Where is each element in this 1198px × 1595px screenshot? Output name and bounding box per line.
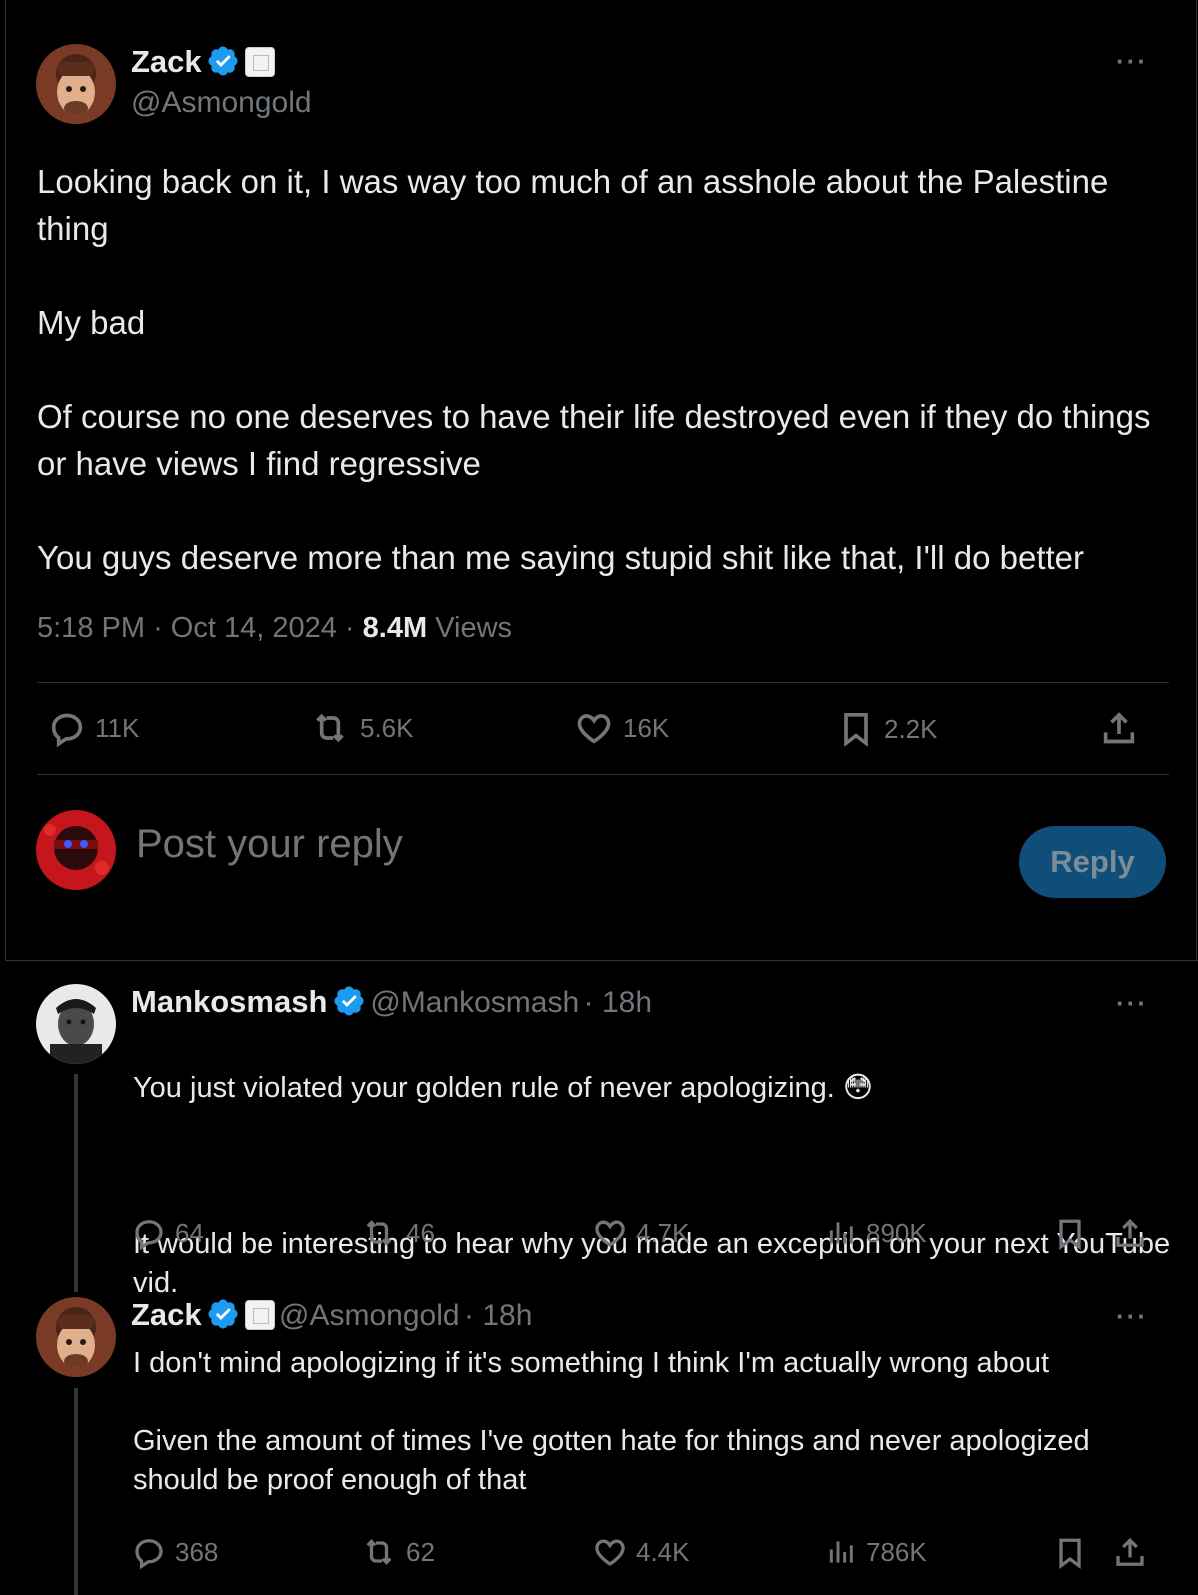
repost-action[interactable]: 62 <box>360 1534 435 1570</box>
more-icon[interactable]: ··· <box>1116 988 1148 1019</box>
reply-author-name[interactable]: Mankosmash <box>131 984 327 1019</box>
heart-icon <box>595 1539 625 1566</box>
affiliate-badge-icon <box>244 47 275 77</box>
affiliate-badge-icon <box>244 1300 275 1330</box>
repost-action[interactable]: 46 <box>360 1215 435 1251</box>
post-text: Looking back on it, I was way too much o… <box>37 163 1151 576</box>
reply-header: Mankosmash @Mankosmash · 18h <box>131 984 652 1020</box>
repost-icon <box>366 1220 392 1246</box>
reply-author-handle[interactable]: @Mankosmash <box>370 986 579 1019</box>
like-action[interactable]: 16K <box>573 708 669 748</box>
views-action[interactable]: 890K <box>826 1215 927 1251</box>
author-name[interactable]: Zack <box>131 44 202 79</box>
thread-line <box>74 1074 78 1292</box>
views-count: 8.4M <box>362 612 428 644</box>
heart-icon <box>577 714 611 744</box>
views-icon <box>829 1541 853 1563</box>
reply-author-name[interactable]: Zack <box>131 1297 202 1332</box>
views-icon <box>829 1222 853 1244</box>
share-icon <box>1103 712 1135 744</box>
author-handle[interactable]: @Asmongold <box>131 86 312 120</box>
bookmark-action[interactable]: 2.2K <box>836 708 938 750</box>
more-icon[interactable]: ··· <box>1116 46 1148 77</box>
reply-age[interactable]: · 18h <box>584 986 652 1019</box>
thread-line <box>74 1388 78 1595</box>
reply-avatar[interactable] <box>36 1297 116 1377</box>
repost-icon <box>316 713 344 743</box>
frame-border-right <box>1196 0 1197 960</box>
views-label: Views <box>435 612 513 644</box>
heart-icon <box>595 1220 625 1247</box>
like-action[interactable]: 4.7K <box>592 1215 690 1251</box>
repost-action[interactable]: 5.6K <box>308 708 414 748</box>
more-icon[interactable]: ··· <box>1116 1301 1148 1332</box>
reply-button[interactable]: Reply <box>1019 826 1166 898</box>
divider <box>37 682 1169 683</box>
post-meta: 5:18 PM · Oct 14, 2024 · 8.4M Views <box>37 612 513 644</box>
share-icon <box>1116 1218 1144 1247</box>
repost-icon <box>366 1539 392 1565</box>
author-name-row: Zack <box>131 44 275 80</box>
reply-input[interactable]: Post your reply <box>136 822 403 867</box>
reply-header: Zack @Asmongold · 18h <box>131 1297 532 1333</box>
reply-text: I don't mind apologizing if it's somethi… <box>133 1347 1090 1496</box>
reply-text-line: You just violated your golden rule of ne… <box>133 1072 874 1104</box>
verified-badge-icon <box>206 1299 244 1329</box>
reply-text: You just violated your golden rule of ne… <box>133 1030 1173 1342</box>
views-action[interactable]: 786K <box>826 1534 927 1570</box>
reply-action[interactable]: 11K <box>47 708 139 748</box>
bookmark-icon <box>1059 1219 1081 1251</box>
verified-badge-icon <box>332 986 370 1016</box>
share-action[interactable] <box>1112 1215 1148 1253</box>
comment-icon <box>135 1220 163 1251</box>
post-time[interactable]: 5:18 PM <box>37 612 145 644</box>
reply-avatar[interactable] <box>36 984 116 1064</box>
post-date[interactable]: Oct 14, 2024 <box>171 612 337 644</box>
reply-age[interactable]: · 18h <box>464 1299 532 1332</box>
share-icon <box>1116 1537 1144 1566</box>
bookmark-icon <box>1059 1538 1081 1570</box>
verified-badge-icon <box>206 46 244 76</box>
reply-action[interactable]: 64 <box>131 1215 204 1251</box>
bookmark-action[interactable] <box>1052 1215 1088 1253</box>
bookmark-action[interactable] <box>1052 1534 1088 1572</box>
share-action[interactable] <box>1099 708 1139 750</box>
reply-author-handle[interactable]: @Asmongold <box>279 1299 460 1332</box>
frame-border-left <box>5 0 6 960</box>
share-action[interactable] <box>1112 1534 1148 1572</box>
reply-action[interactable]: 368 <box>131 1534 218 1570</box>
section-separator <box>5 960 1198 961</box>
comment-icon <box>135 1539 163 1570</box>
like-action[interactable]: 4.4K <box>592 1534 690 1570</box>
bookmark-icon <box>844 713 868 747</box>
divider <box>37 774 1169 775</box>
current-user-avatar[interactable] <box>36 810 116 890</box>
author-avatar[interactable] <box>36 44 116 124</box>
comment-icon <box>51 713 83 748</box>
